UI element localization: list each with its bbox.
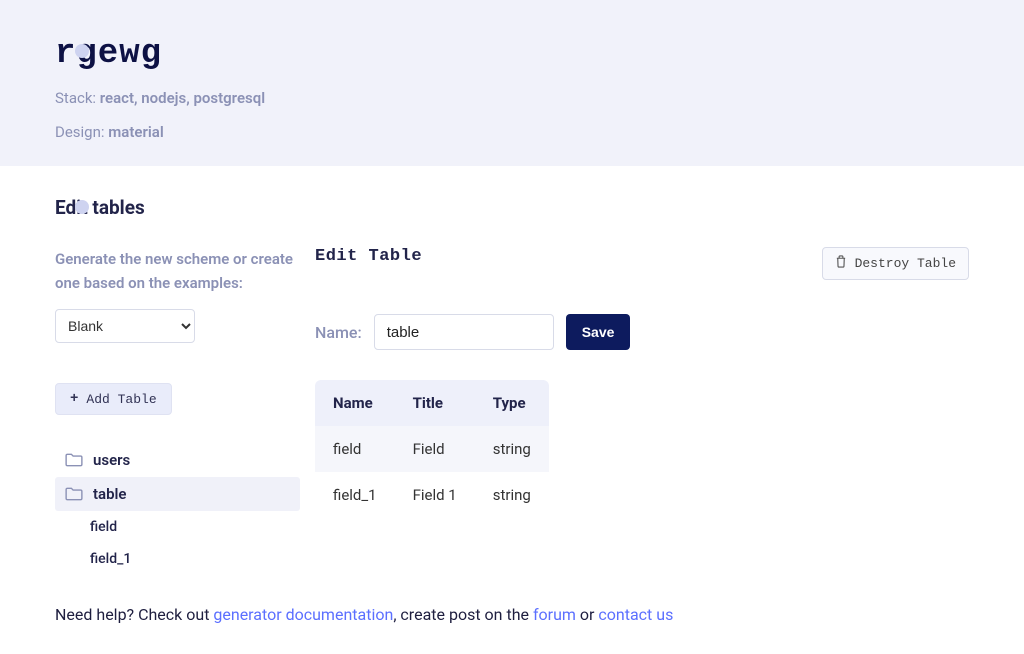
contact-link[interactable]: contact us — [598, 605, 673, 624]
docs-link[interactable]: generator documentation — [213, 605, 393, 624]
scheme-select[interactable]: Blank — [55, 309, 195, 343]
table-row[interactable]: field Field string — [315, 426, 549, 472]
table-row[interactable]: field_1 Field 1 string — [315, 472, 549, 518]
section-bullet — [75, 200, 89, 214]
col-type: Type — [475, 380, 549, 426]
tree-item-field-1[interactable]: field_1 — [55, 543, 300, 575]
tree-item-table[interactable]: table — [55, 477, 300, 511]
col-name: Name — [315, 380, 395, 426]
section-title: Edit tables — [55, 196, 1024, 219]
destroy-table-button[interactable]: Destroy Table — [822, 247, 969, 280]
folder-icon — [65, 453, 83, 467]
table-header-row: Name Title Type — [315, 380, 549, 426]
plus-icon: + — [70, 391, 78, 407]
scheme-instruction: Generate the new scheme or create one ba… — [55, 247, 300, 295]
header-bullet — [75, 44, 89, 58]
tree-label: table — [93, 485, 127, 503]
forum-link[interactable]: forum — [533, 605, 576, 624]
trash-icon — [835, 255, 847, 272]
tree-label: users — [93, 451, 130, 469]
tree-item-users[interactable]: users — [55, 443, 300, 477]
design-line: Design: material — [55, 123, 1024, 141]
stack-line: Stack: react, nodejs, postgresql — [55, 89, 1024, 107]
edit-table-title: Edit Table — [315, 247, 422, 266]
destroy-table-label: Destroy Table — [855, 256, 956, 271]
tree-label: field — [90, 519, 117, 535]
table-name-input[interactable] — [374, 314, 554, 350]
table-tree: users table field field_1 — [55, 443, 300, 575]
add-table-label: Add Table — [86, 392, 156, 407]
project-title: rgewg — [55, 35, 1024, 73]
col-title: Title — [395, 380, 475, 426]
fields-table: Name Title Type field Field string field… — [315, 380, 549, 518]
save-button[interactable]: Save — [566, 314, 631, 350]
tree-label: field_1 — [90, 551, 131, 567]
add-table-button[interactable]: + Add Table — [55, 383, 172, 415]
name-label: Name: — [315, 323, 362, 342]
folder-icon — [65, 487, 83, 501]
tree-item-field[interactable]: field — [55, 511, 300, 543]
help-footer: Need help? Check out generator documenta… — [0, 605, 1024, 654]
